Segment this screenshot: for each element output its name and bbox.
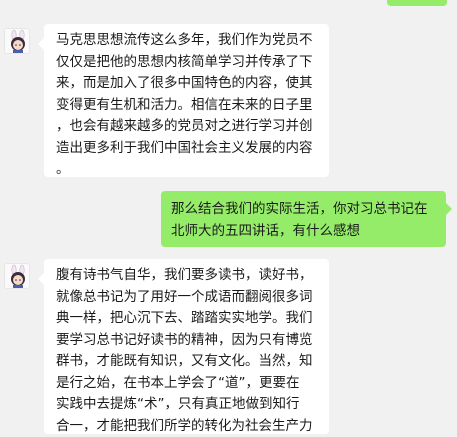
sent-message-bubble[interactable]: 那么结合我们的实际生活，你对习总书记在 北师大的五四讲话，有什么感想 [161, 191, 446, 247]
message-tail [446, 203, 452, 215]
contact-avatar[interactable] [4, 263, 30, 289]
received-message-bubble[interactable]: 马克思思想流传这么多年，我们作为党员不 仅仅是把他的思想内核简单学习并传承了下 … [44, 24, 329, 177]
bunny-girl-avatar-icon [5, 29, 29, 53]
bunny-girl-avatar-icon [5, 264, 29, 288]
contact-avatar[interactable] [4, 28, 30, 54]
received-message-bubble[interactable]: 腹有诗书气自华，我们要多读书，读好书， 就像总书记为了用好一个成语而翻阅很多词 … [44, 259, 329, 434]
chat-window: 马克思思想流传这么多年，我们作为党员不 仅仅是把他的思想内核简单学习并传承了下 … [0, 0, 457, 434]
previous-self-message-bubble[interactable] [387, 0, 447, 6]
